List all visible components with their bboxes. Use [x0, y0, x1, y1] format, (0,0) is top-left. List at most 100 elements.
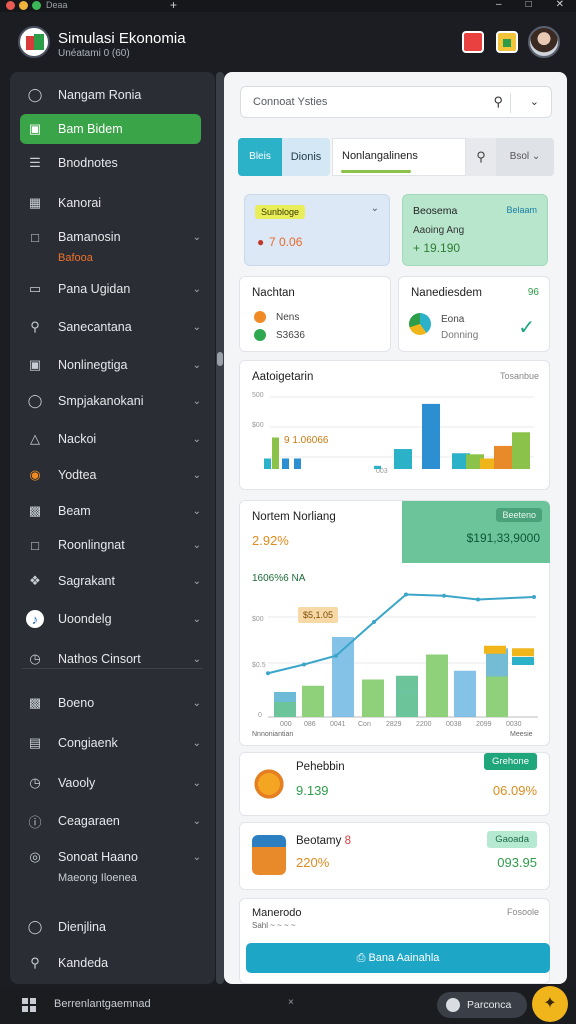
taskbar: Berrenlantgaemnad × Parconca ✦	[0, 986, 576, 1024]
chevron-down-icon[interactable]: ⌄	[193, 654, 201, 665]
window-titlebar: Deaa + – □ ✕	[0, 0, 576, 12]
chevron-down-icon[interactable]: ⌄	[193, 506, 201, 517]
sidebar-item-20[interactable]: ⓘ Ceagaraen ⌄	[10, 806, 215, 836]
chevron-down-icon[interactable]: ⌄	[193, 852, 201, 863]
avatar[interactable]	[528, 26, 560, 58]
summary-card-c[interactable]: Nachtan Nens S3636	[239, 276, 391, 352]
sidebar-item-10[interactable]: △ Nackoi ⌄	[10, 424, 215, 454]
bar-chart-2: $00 $0.5 0 Nnnoniantian Meesie 000 086 004…	[252, 592, 538, 738]
calculator-icon: ▦	[28, 195, 42, 210]
trend-point	[532, 595, 536, 599]
basket-icon	[252, 835, 286, 875]
chevron-down-icon[interactable]: ⌄	[193, 698, 201, 709]
home-icon[interactable]	[496, 31, 518, 53]
restore-button[interactable]: □	[526, 0, 532, 10]
trend-point	[334, 653, 338, 658]
summary-card-d[interactable]: Nanediesdem 96 Eona Donning ✓	[398, 276, 550, 352]
chevron-down-icon[interactable]: ⌄	[193, 614, 201, 625]
sidebar-item-label: Boeno	[58, 696, 95, 710]
sidebar-item-16[interactable]: ◷ Nathos Cinsort ⌄	[10, 644, 215, 674]
sidebar-scrollbar[interactable]	[216, 72, 224, 984]
fab-button[interactable]: ✦	[532, 986, 568, 1022]
chevron-down-icon[interactable]: ⌄	[530, 95, 539, 108]
summary-card-e[interactable]: Pehebbin 9.139 Grehone 06.09%	[239, 752, 550, 816]
chevron-down-icon[interactable]: ⌄	[193, 434, 201, 445]
chevron-down-icon[interactable]: ⌄	[193, 470, 201, 481]
taskbar-label[interactable]: Berrenlantgaemnad	[54, 998, 151, 1010]
sidebar-item-14[interactable]: ❖ Sagrakant ⌄	[10, 566, 215, 596]
sidebar-item-5[interactable]: □ Bamanosin ⌄	[10, 222, 215, 252]
y-tick-label: 0	[258, 712, 262, 719]
sidebar-item-17[interactable]: ▩ Boeno ⌄	[10, 688, 215, 718]
chevron-down-icon[interactable]: ⌄	[193, 322, 201, 333]
chart-callout: $5,1.05	[298, 607, 339, 623]
chevron-down-icon[interactable]: ⌄	[193, 816, 201, 827]
bar	[272, 437, 279, 469]
search-icon[interactable]: ⚲	[493, 94, 503, 110]
primary-action-button[interactable]: ⎙ Bana Aainahla	[246, 943, 550, 973]
close-dot[interactable]	[6, 1, 15, 10]
sidebar-item-7[interactable]: ⚲ Sanecantana ⌄	[10, 312, 215, 342]
sidebar-item-11[interactable]: ◉ Yodtea ⌄	[10, 460, 215, 490]
tab-bleis[interactable]: Bleis	[238, 138, 282, 176]
card-chip: Grehone	[484, 753, 537, 770]
start-icon[interactable]	[22, 998, 36, 1012]
chevron-down-icon[interactable]: ⌄	[193, 232, 201, 243]
x-tick-label: Con	[358, 721, 371, 728]
chevron-down-icon[interactable]: ⌄	[193, 396, 201, 407]
sidebar-item-13[interactable]: □ Roonlingnat ⌄	[10, 530, 215, 560]
chevron-down-icon[interactable]: ⌄	[193, 360, 201, 371]
sidebar-item-9[interactable]: ◯ Smpjakanokani ⌄	[10, 386, 215, 416]
tab-dionis[interactable]: Dionis	[282, 138, 330, 176]
scrollbar-thumb[interactable]	[217, 352, 223, 366]
browser-tab-title[interactable]: Deaa	[46, 0, 68, 10]
tab-nonlangalinens[interactable]: Nonlangalinens	[332, 138, 466, 176]
card-title: Beotamy	[296, 835, 342, 847]
chevron-down-icon[interactable]: ⌄	[193, 778, 201, 789]
sidebar-item-15[interactable]: ♪ Uoondelg ⌄	[10, 604, 215, 634]
sidebar-item-1[interactable]: ◯ Nangam Ronia	[10, 80, 215, 110]
coins-icon: ◯	[27, 87, 43, 102]
sidebar-item-4[interactable]: ▦ Kanorai	[10, 188, 215, 218]
close-button[interactable]: ✕	[556, 0, 564, 10]
summary-card-b[interactable]: Beosema Belaam Aaoing Ang + 19.190	[402, 194, 548, 266]
tab-filter-dropdown[interactable]: Bsol ⌄	[496, 138, 554, 176]
sidebar-item-23[interactable]: ⚲ Kandeda	[10, 948, 215, 978]
new-tab-button[interactable]: +	[170, 0, 177, 12]
sidebar-item-label: Kandeda	[58, 956, 109, 970]
chevron-down-icon[interactable]: ⌄	[193, 540, 201, 551]
tab-search-icon[interactable]: ⚲	[466, 138, 496, 176]
summary-card-a[interactable]: Sunbloge ⌄ ● 7 0.06	[244, 194, 390, 266]
window-dots[interactable]	[6, 1, 41, 10]
minimize-button[interactable]: –	[496, 0, 502, 10]
taskbar-close[interactable]: ×	[288, 997, 294, 1008]
minimize-dot[interactable]	[19, 1, 28, 10]
search-bar[interactable]: Connoat Ysties ⚲ ⌄	[240, 86, 552, 118]
bar	[512, 432, 530, 469]
target-icon: ◎	[29, 849, 41, 864]
sidebar-item-3[interactable]: ☰ Bnodnotes	[10, 148, 215, 178]
tab-label: Nonlangalinens	[342, 150, 418, 162]
sidebar-item-8[interactable]: ▣ Nonlinegtiga ⌄	[10, 350, 215, 380]
chevron-down-icon[interactable]: ⌄	[193, 576, 201, 587]
card-title: Nanediesdem	[411, 287, 482, 299]
sidebar: ◯ Nangam Ronia ▣ Bam Bidem ☰ Bnodnotes ▦ Kanora…	[10, 72, 215, 984]
sidebar-item-19[interactable]: ◷ Vaooly ⌄	[10, 768, 215, 798]
sidebar-item-6[interactable]: ▭ Pana Ugidan ⌄	[10, 274, 215, 304]
maximize-dot[interactable]	[32, 1, 41, 10]
chevron-down-icon[interactable]: ⌄	[371, 203, 379, 214]
sidebar-item-22[interactable]: ◯ Dienjlina	[10, 912, 215, 942]
summary-card-f[interactable]: Beotamy 8 220% Gaoada 093.95	[239, 822, 550, 890]
notification-icon[interactable]	[462, 31, 484, 53]
chevron-down-icon[interactable]: ⌄	[193, 284, 201, 295]
sidebar-item-21[interactable]: ◎ Sonoat Haano ⌄	[10, 842, 215, 872]
sidebar-subitem[interactable]: Bafooa	[58, 252, 93, 264]
taskbar-pill-button[interactable]: Parconca	[437, 992, 527, 1018]
sidebar-item-2[interactable]: ▣ Bam Bidem	[20, 114, 201, 144]
sidebar-item-18[interactable]: ▤ Congiaenk ⌄	[10, 728, 215, 758]
sidebar-item-12[interactable]: ▩ Beam ⌄	[10, 496, 215, 526]
summary-card-g: Manerodo Fosoole Sahl ~ ~ ~ ~ ⎙ Bana Aai…	[239, 898, 550, 984]
chevron-down-icon[interactable]: ⌄	[193, 738, 201, 749]
bar	[494, 445, 512, 469]
sidebar-subitem[interactable]: Maeong Iloenea	[58, 872, 137, 884]
